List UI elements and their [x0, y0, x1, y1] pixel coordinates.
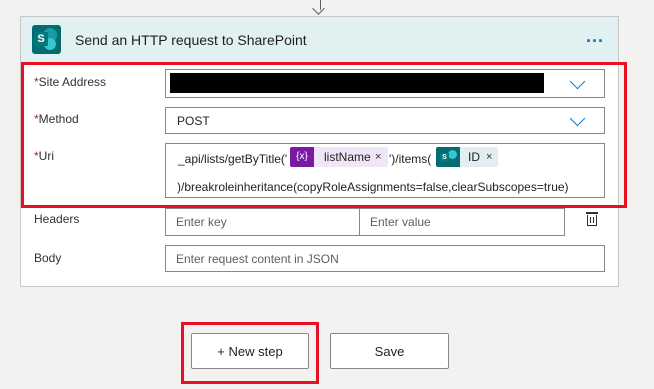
- more-options-icon[interactable]: ...: [586, 27, 604, 45]
- body-placeholder: Enter request content in JSON: [176, 252, 339, 266]
- action-title: Send an HTTP request to SharePoint: [75, 32, 307, 48]
- sharepoint-icon: S: [32, 25, 61, 54]
- body-label: Body: [34, 251, 62, 265]
- save-button[interactable]: Save: [330, 333, 449, 369]
- arrow-down-icon: [312, 2, 325, 15]
- parameters-highlight: [21, 62, 627, 208]
- header-value-placeholder: Enter value: [370, 215, 431, 229]
- new-step-highlight: [181, 322, 319, 384]
- headers-label: Headers: [34, 212, 80, 226]
- delete-header-icon[interactable]: [586, 212, 598, 226]
- header-key-placeholder: Enter key: [176, 215, 227, 229]
